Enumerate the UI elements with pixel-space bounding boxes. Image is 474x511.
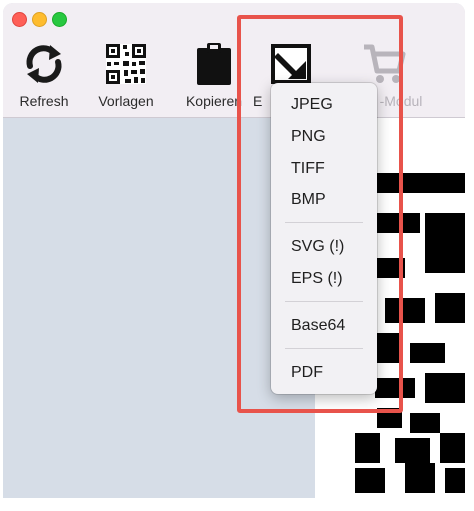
qr-module <box>435 293 465 323</box>
highlight-frame <box>237 15 403 413</box>
qr-module <box>445 468 465 493</box>
qr-module <box>405 463 435 493</box>
vorlagen-button[interactable]: Vorlagen <box>86 41 166 109</box>
qr-code-icon <box>106 44 146 84</box>
qr-module <box>410 343 445 363</box>
qr-module <box>395 438 430 463</box>
qr-module <box>425 373 465 403</box>
refresh-icon <box>26 45 62 83</box>
qr-module <box>355 433 380 463</box>
qr-module <box>355 468 385 493</box>
clipboard-icon <box>197 43 231 85</box>
qr-module <box>440 433 465 463</box>
qr-module <box>410 413 440 433</box>
app-window: Refresh Vorlagen Kopieren E -Modul JPEG … <box>3 3 465 498</box>
vorlagen-label: Vorlagen <box>98 93 154 109</box>
window-close-button[interactable] <box>12 12 27 27</box>
refresh-label: Refresh <box>19 93 69 109</box>
refresh-button[interactable]: Refresh <box>4 41 84 109</box>
qr-module <box>425 213 465 273</box>
window-zoom-button[interactable] <box>52 12 67 27</box>
window-minimize-button[interactable] <box>32 12 47 27</box>
